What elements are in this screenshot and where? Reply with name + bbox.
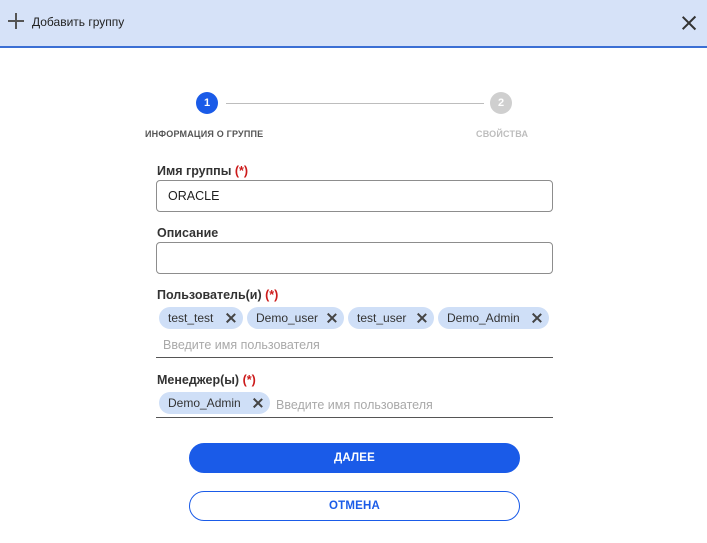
manager-chip-label: Demo_Admin (168, 396, 241, 410)
user-chip: Demo_user (247, 307, 344, 329)
group-name-input[interactable] (156, 180, 553, 212)
user-chip: Demo_Admin (438, 307, 549, 329)
remove-chip-icon[interactable] (253, 398, 263, 408)
user-chip-label: test_test (168, 311, 214, 325)
required-mark: (*) (234, 164, 249, 178)
users-label: Пользователь(и) (*) (157, 288, 278, 302)
managers-label-text: Менеджер(ы) (157, 373, 240, 387)
stepper: 1 2 ИНФОРМАЦИЯ О ГРУППЕ СВОЙСТВА (0, 92, 707, 142)
user-chip: test_test (159, 307, 243, 329)
step-2-indicator: 2 (490, 92, 512, 114)
dialog-title: Добавить группу (32, 15, 125, 29)
step-connector (226, 103, 484, 104)
managers-label: Менеджер(ы) (*) (157, 373, 256, 387)
description-label-text: Описание (157, 226, 219, 240)
users-field[interactable]: test_test Demo_user test_user Demo_Admin (156, 305, 553, 358)
group-name-label: Имя группы (*) (157, 164, 248, 178)
step-2-label: СВОЙСТВА (476, 129, 529, 139)
remove-chip-icon[interactable] (532, 313, 542, 323)
required-mark: (*) (242, 373, 256, 387)
user-chip-label: Demo_Admin (447, 311, 520, 325)
manager-chip: Demo_Admin (159, 392, 270, 414)
description-input[interactable] (156, 242, 553, 274)
group-name-label-text: Имя группы (157, 164, 232, 178)
description-label: Описание (157, 226, 218, 240)
managers-field[interactable]: Demo_Admin (156, 390, 553, 418)
user-chip-label: Demo_user (256, 311, 319, 325)
user-chip: test_user (348, 307, 434, 329)
remove-chip-icon[interactable] (417, 313, 427, 323)
cancel-button[interactable]: ОТМЕНА (189, 491, 520, 521)
step-1-indicator: 1 (196, 92, 218, 114)
remove-chip-icon[interactable] (327, 313, 337, 323)
close-icon[interactable] (681, 15, 697, 31)
users-search-input[interactable] (163, 336, 543, 354)
remove-chip-icon[interactable] (226, 313, 236, 323)
user-chip-label: test_user (357, 311, 407, 325)
users-label-text: Пользователь(и) (157, 288, 262, 302)
step-1-label: ИНФОРМАЦИЯ О ГРУППЕ (145, 129, 264, 139)
next-button[interactable]: ДАЛЕЕ (189, 443, 520, 473)
managers-search-input[interactable] (276, 396, 546, 414)
plus-icon (8, 13, 24, 29)
required-mark: (*) (265, 288, 279, 302)
dialog-header: Добавить группу (0, 0, 707, 48)
